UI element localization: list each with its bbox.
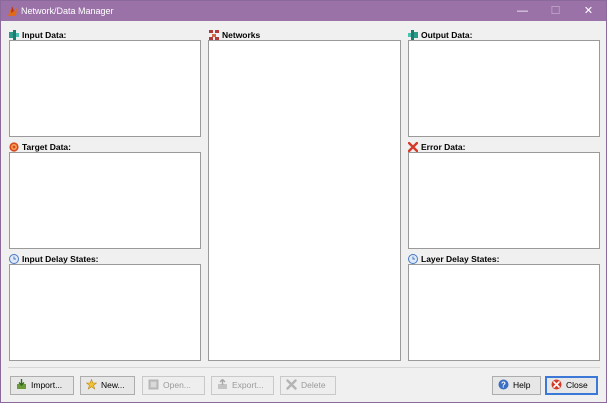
error-data-label-text: Error Data: (421, 142, 466, 152)
maximize-button[interactable]: ☐ (539, 1, 572, 21)
input-data-label-text: Input Data: (22, 30, 67, 40)
clock-icon (408, 254, 418, 264)
close-icon (551, 379, 562, 390)
close-button-label: Close (566, 380, 588, 390)
title-bar: Network/Data Manager — ☐ ✕ (1, 1, 606, 21)
new-button[interactable]: New... (80, 376, 135, 395)
help-button-label: Help (513, 380, 531, 390)
input-delay-states-list[interactable] (9, 264, 201, 361)
help-icon: ? (498, 379, 509, 390)
network-data-manager-window: Network/Data Manager — ☐ ✕ Input Data: T… (0, 0, 607, 403)
error-data-list[interactable] (408, 152, 600, 249)
export-icon (218, 379, 227, 389)
output-data-list[interactable] (408, 40, 600, 137)
close-window-button[interactable]: ✕ (572, 1, 605, 21)
error-icon (408, 142, 418, 152)
new-button-label: New... (101, 380, 125, 390)
export-button-label: Export... (232, 380, 264, 390)
target-data-list[interactable] (9, 152, 201, 249)
close-button[interactable]: Close (545, 376, 598, 395)
target-data-label-text: Target Data: (22, 142, 71, 152)
input-data-list[interactable] (9, 40, 201, 137)
new-star-icon (86, 379, 97, 390)
network-icon (209, 30, 219, 40)
open-button-label: Open... (163, 380, 191, 390)
help-button[interactable]: ? Help (492, 376, 541, 395)
delete-icon (286, 379, 297, 390)
open-button[interactable]: Open... (142, 376, 205, 395)
separator (8, 367, 600, 368)
layer-delay-states-label-text: Layer Delay States: (421, 254, 500, 264)
clock-icon (9, 254, 19, 264)
export-button[interactable]: Export... (211, 376, 274, 395)
window-title: Network/Data Manager (21, 6, 114, 16)
import-icon (17, 379, 26, 389)
output-data-label-text: Output Data: (421, 30, 473, 40)
matlab-icon (8, 6, 17, 16)
minimize-button[interactable]: — (506, 1, 539, 21)
input-delay-states-label-text: Input Delay States: (22, 254, 99, 264)
target-icon (9, 142, 19, 152)
input-data-icon (9, 30, 19, 40)
delete-button[interactable]: Delete (280, 376, 336, 395)
networks-list[interactable] (208, 40, 401, 361)
open-icon (148, 379, 159, 390)
delete-button-label: Delete (301, 380, 326, 390)
networks-label-text: Networks (222, 30, 261, 40)
output-data-icon (408, 30, 418, 40)
import-button[interactable]: Import... (10, 376, 74, 395)
layer-delay-states-list[interactable] (408, 264, 600, 361)
import-button-label: Import... (31, 380, 63, 390)
svg-text:?: ? (501, 381, 506, 390)
